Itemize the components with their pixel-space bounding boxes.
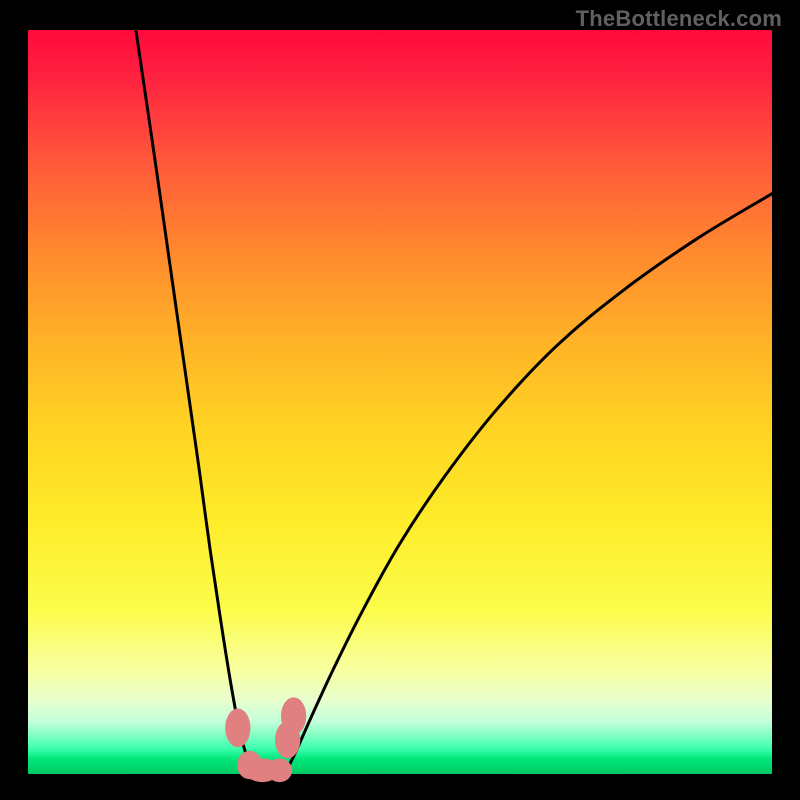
watermark-text: TheBottleneck.com <box>576 6 782 32</box>
chart-svg <box>28 30 772 774</box>
chart-plot-area <box>28 30 772 774</box>
chart-marker-layer <box>225 697 306 782</box>
left-curve <box>136 30 259 774</box>
chart-marker <box>267 758 292 782</box>
chart-marker <box>281 697 306 734</box>
chart-marker <box>225 709 250 748</box>
chart-curve-layer <box>136 30 772 774</box>
right-curve <box>285 194 772 774</box>
